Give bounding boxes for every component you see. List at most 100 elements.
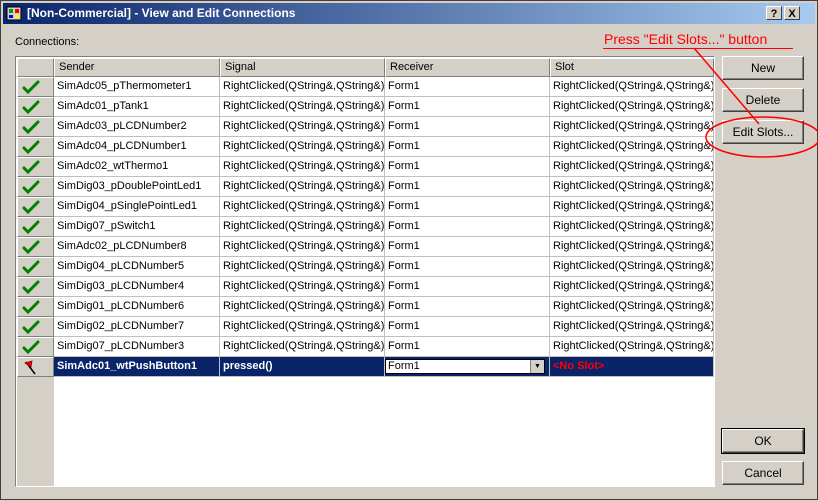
cell-signal[interactable]: RightClicked(QString&,QString&)	[220, 237, 385, 257]
cell-slot[interactable]: RightClicked(QString&,QString&)	[550, 317, 714, 337]
cell-receiver[interactable]: Form1	[385, 177, 550, 197]
cell-slot[interactable]: RightClicked(QString&,QString&)	[550, 277, 714, 297]
cell-signal[interactable]: RightClicked(QString&,QString&)	[220, 277, 385, 297]
cell-signal[interactable]: RightClicked(QString&,QString&)	[220, 217, 385, 237]
cell-signal[interactable]: RightClicked(QString&,QString&)	[220, 157, 385, 177]
connection-row[interactable]: SimAdc02_wtThermo1 RightClicked(QString&,…	[17, 157, 714, 177]
help-button[interactable]: ?	[766, 6, 782, 20]
cell-sender[interactable]: SimDig04_pSinglePointLed1	[54, 197, 220, 217]
connection-row[interactable]: SimAdc02_pLCDNumber8 RightClicked(QString…	[17, 237, 714, 257]
connection-row[interactable]: SimDig04_pLCDNumber5 RightClicked(QString…	[17, 257, 714, 277]
cell-receiver[interactable]: Form1	[385, 317, 550, 337]
cell-slot[interactable]: RightClicked(QString&,QString&)	[550, 257, 714, 277]
connection-row[interactable]: SimDig02_pLCDNumber7 RightClicked(QString…	[17, 317, 714, 337]
delete-button[interactable]: Delete	[722, 88, 804, 112]
cell-receiver[interactable]: Form1	[385, 197, 550, 217]
cell-receiver[interactable]: Form1	[385, 97, 550, 117]
cell-signal[interactable]: RightClicked(QString&,QString&)	[220, 97, 385, 117]
column-header-signal[interactable]: Signal	[220, 58, 385, 77]
cell-signal[interactable]: RightClicked(QString&,QString&)	[220, 317, 385, 337]
dropdown-arrow-icon[interactable]: ▼	[530, 360, 544, 373]
checkmark-icon	[22, 260, 40, 275]
connection-row[interactable]: SimDig03_pLCDNumber4 RightClicked(QString…	[17, 277, 714, 297]
connection-row[interactable]: SimAdc01_pTank1 RightClicked(QString&,QSt…	[17, 97, 714, 117]
cell-receiver[interactable]: Form1	[385, 237, 550, 257]
cell-receiver[interactable]: Form1	[385, 137, 550, 157]
cell-sender[interactable]: SimDig03_pDoublePointLed1	[54, 177, 220, 197]
connection-row[interactable]: SimAdc03_pLCDNumber2 RightClicked(QString…	[17, 117, 714, 137]
cell-slot[interactable]: RightClicked(QString&,QString&)	[550, 177, 714, 197]
connections-grid[interactable]: Sender Signal Receiver Slot SimAdc05_pTh…	[15, 56, 715, 487]
cell-slot[interactable]: RightClicked(QString&,QString&)	[550, 337, 714, 357]
cell-signal[interactable]: RightClicked(QString&,QString&)	[220, 117, 385, 137]
cell-receiver[interactable]: Form1	[385, 157, 550, 177]
cell-sender[interactable]: SimAdc02_pLCDNumber8	[54, 237, 220, 257]
checkmark-icon	[22, 120, 40, 135]
cell-signal[interactable]: RightClicked(QString&,QString&)	[220, 177, 385, 197]
close-button[interactable]: X	[784, 6, 800, 20]
cell-slot[interactable]: RightClicked(QString&,QString&)	[550, 297, 714, 317]
row-indicator	[17, 277, 54, 297]
title-bar[interactable]: [Non-Commercial] - View and Edit Connect…	[3, 3, 815, 24]
cancel-button[interactable]: Cancel	[722, 461, 804, 485]
cell-signal[interactable]: RightClicked(QString&,QString&)	[220, 297, 385, 317]
connection-row[interactable]: SimDig03_pDoublePointLed1 RightClicked(QS…	[17, 177, 714, 197]
cell-slot-empty[interactable]: <No Slot>	[550, 357, 714, 377]
cell-sender[interactable]: SimDig01_pLCDNumber6	[54, 297, 220, 317]
cell-sender[interactable]: SimAdc03_pLCDNumber2	[54, 117, 220, 137]
cell-sender[interactable]: SimAdc02_wtThermo1	[54, 157, 220, 177]
edit-slots-button-label: Edit Slots...	[732, 125, 794, 139]
cell-sender[interactable]: SimDig07_pSwitch1	[54, 217, 220, 237]
checkmark-icon	[22, 280, 40, 295]
connection-row[interactable]: SimDig04_pSinglePointLed1 RightClicked(QS…	[17, 197, 714, 217]
cell-receiver[interactable]: Form1	[385, 217, 550, 237]
edit-slots-button[interactable]: Edit Slots...	[722, 120, 804, 144]
column-header-slot[interactable]: Slot	[550, 58, 714, 77]
cell-slot[interactable]: RightClicked(QString&,QString&)	[550, 217, 714, 237]
cell-slot[interactable]: RightClicked(QString&,QString&)	[550, 117, 714, 137]
cell-signal[interactable]: RightClicked(QString&,QString&)	[220, 337, 385, 357]
cell-receiver[interactable]: Form1	[385, 297, 550, 317]
column-header-receiver[interactable]: Receiver	[385, 58, 550, 77]
cell-slot[interactable]: RightClicked(QString&,QString&)	[550, 97, 714, 117]
cell-sender[interactable]: SimAdc01_pTank1	[54, 97, 220, 117]
connection-row[interactable]: SimDig07_pLCDNumber3 RightClicked(QString…	[17, 337, 714, 357]
cell-slot[interactable]: RightClicked(QString&,QString&)	[550, 77, 714, 97]
connection-row[interactable]: SimAdc05_pThermometer1 RightClicked(QStri…	[17, 77, 714, 97]
cell-sender[interactable]: SimDig03_pLCDNumber4	[54, 277, 220, 297]
receiver-dropdown[interactable]: Form1 ▼	[385, 359, 545, 374]
cell-slot[interactable]: RightClicked(QString&,QString&)	[550, 237, 714, 257]
cell-sender[interactable]: SimDig07_pLCDNumber3	[54, 337, 220, 357]
cell-sender[interactable]: SimDig04_pLCDNumber5	[54, 257, 220, 277]
row-indicator	[17, 77, 54, 97]
ok-button[interactable]: OK	[721, 428, 805, 454]
cell-receiver[interactable]: Form1	[385, 117, 550, 137]
connection-row[interactable]: SimDig07_pSwitch1 RightClicked(QString&,Q…	[17, 217, 714, 237]
cell-slot[interactable]: RightClicked(QString&,QString&)	[550, 197, 714, 217]
cell-signal[interactable]: RightClicked(QString&,QString&)	[220, 137, 385, 157]
window-title: [Non-Commercial] - View and Edit Connect…	[27, 6, 296, 20]
row-indicator	[17, 117, 54, 137]
app-icon	[6, 6, 22, 21]
cell-signal[interactable]: pressed()	[220, 357, 385, 377]
connection-row[interactable]: SimAdc04_pLCDNumber1 RightClicked(QString…	[17, 137, 714, 157]
connection-row[interactable]: SimDig01_pLCDNumber6 RightClicked(QString…	[17, 297, 714, 317]
column-header-sender[interactable]: Sender	[54, 58, 220, 77]
row-indicator	[17, 337, 54, 357]
cell-slot[interactable]: RightClicked(QString&,QString&)	[550, 157, 714, 177]
cell-receiver[interactable]: Form1	[385, 277, 550, 297]
new-button[interactable]: New	[722, 56, 804, 80]
checkmark-icon	[22, 240, 40, 255]
cell-sender[interactable]: SimAdc05_pThermometer1	[54, 77, 220, 97]
cell-receiver[interactable]: Form1	[385, 77, 550, 97]
cell-receiver[interactable]: Form1	[385, 337, 550, 357]
cell-sender[interactable]: SimAdc01_wtPushButton1	[54, 357, 220, 377]
cell-sender[interactable]: SimDig02_pLCDNumber7	[54, 317, 220, 337]
cell-signal[interactable]: RightClicked(QString&,QString&)	[220, 197, 385, 217]
selected-connection-row[interactable]: SimAdc01_wtPushButton1 pressed() Form1 ▼…	[17, 357, 714, 377]
cell-signal[interactable]: RightClicked(QString&,QString&)	[220, 257, 385, 277]
cell-signal[interactable]: RightClicked(QString&,QString&)	[220, 77, 385, 97]
cell-sender[interactable]: SimAdc04_pLCDNumber1	[54, 137, 220, 157]
cell-slot[interactable]: RightClicked(QString&,QString&)	[550, 137, 714, 157]
cell-receiver[interactable]: Form1	[385, 257, 550, 277]
